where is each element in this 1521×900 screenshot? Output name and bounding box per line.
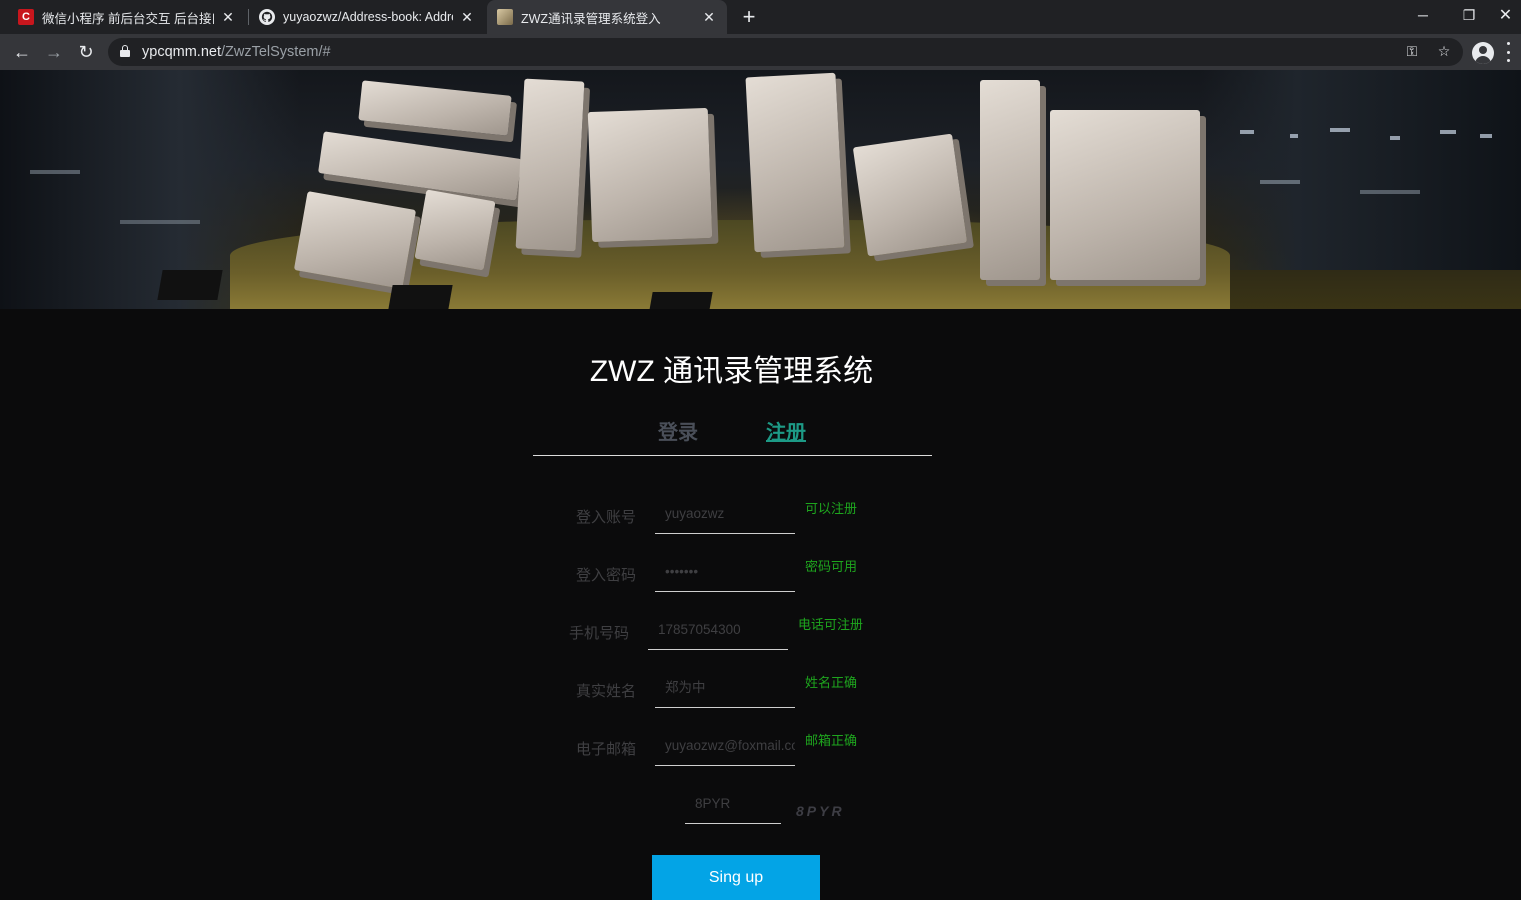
menu-icon[interactable] bbox=[1505, 42, 1511, 62]
captcha-input[interactable]: 8PYR bbox=[685, 784, 781, 824]
account-label: 登入账号 bbox=[576, 509, 637, 526]
url-path: /ZwzTelSystem/# bbox=[220, 44, 331, 60]
browser-toolbar: ← → ↻ ypcqmm.net/ZwzTelSystem/# ⚿ ☆ bbox=[0, 34, 1521, 70]
forward-icon[interactable]: → bbox=[40, 38, 68, 66]
signup-button[interactable]: Sing up bbox=[652, 855, 820, 900]
key-icon[interactable]: ⚿ bbox=[1402, 43, 1422, 61]
restore-icon[interactable]: ❐ bbox=[1446, 0, 1492, 30]
browser-tab-csdn[interactable]: C 微信小程序 前后台交互 后台接口 ✕ bbox=[8, 0, 246, 34]
star-icon[interactable]: ☆ bbox=[1434, 43, 1454, 61]
phone-input[interactable]: 17857054300 bbox=[648, 610, 788, 650]
realname-label: 真实姓名 bbox=[576, 683, 637, 700]
github-icon bbox=[259, 9, 275, 25]
site-favicon bbox=[497, 9, 513, 25]
password-status: 密码可用 bbox=[805, 559, 858, 574]
close-window-icon[interactable]: ✕ bbox=[1490, 0, 1521, 30]
tab-title: 微信小程序 前后台交互 后台接口 bbox=[42, 11, 214, 26]
email-input[interactable]: yuyaozwz@foxmail.com bbox=[655, 726, 795, 766]
back-icon[interactable]: ← bbox=[8, 38, 36, 66]
close-icon[interactable]: ✕ bbox=[459, 9, 475, 26]
captcha-image[interactable]: 8PYR bbox=[796, 803, 845, 819]
new-tab-button[interactable]: + bbox=[738, 4, 760, 30]
csdn-icon: C bbox=[18, 9, 34, 25]
address-bar[interactable]: ypcqmm.net/ZwzTelSystem/# ⚿ ☆ bbox=[108, 38, 1463, 66]
tab-login[interactable]: 登录 bbox=[658, 416, 698, 445]
url-host: ypcqmm.net bbox=[142, 44, 221, 60]
realname-input[interactable]: 郑为中 bbox=[655, 668, 795, 708]
auth-tabs: 登录 注册 bbox=[533, 410, 932, 456]
page-title: ZWZ 通讯录管理系统 bbox=[589, 355, 874, 388]
password-label: 登入密码 bbox=[576, 567, 637, 584]
account-input[interactable]: yuyaozwz bbox=[655, 494, 795, 534]
browser-tab-active[interactable]: ZWZ通讯录管理系统登入 ✕ bbox=[487, 0, 727, 34]
close-icon[interactable]: ✕ bbox=[220, 9, 236, 26]
browser-tab-github[interactable]: yuyaozwz/Address-book: Address ✕ bbox=[249, 0, 485, 34]
realname-status: 姓名正确 bbox=[805, 675, 858, 690]
close-icon[interactable]: ✕ bbox=[701, 9, 717, 26]
reload-icon[interactable]: ↻ bbox=[72, 38, 100, 66]
email-label: 电子邮箱 bbox=[576, 741, 637, 758]
lock-icon bbox=[120, 45, 130, 57]
profile-avatar-icon[interactable] bbox=[1472, 42, 1494, 64]
banner-image bbox=[0, 70, 1521, 309]
minimize-icon[interactable]: ─ bbox=[1400, 0, 1446, 30]
email-status: 邮箱正确 bbox=[805, 733, 858, 748]
browser-tab-strip: C 微信小程序 前后台交互 后台接口 ✕ yuyaozwz/Address-bo… bbox=[0, 0, 1521, 34]
account-status: 可以注册 bbox=[805, 501, 858, 516]
phone-label: 手机号码 bbox=[569, 625, 630, 642]
url-text[interactable]: ypcqmm.net/ZwzTelSystem/# bbox=[142, 44, 331, 60]
password-input[interactable]: ••••••• bbox=[655, 552, 795, 592]
phone-status: 电话可注册 bbox=[798, 617, 864, 632]
tab-title: yuyaozwz/Address-book: Address bbox=[283, 10, 453, 24]
tab-register[interactable]: 注册 bbox=[766, 416, 806, 445]
tab-title: ZWZ通讯录管理系统登入 bbox=[521, 11, 661, 26]
